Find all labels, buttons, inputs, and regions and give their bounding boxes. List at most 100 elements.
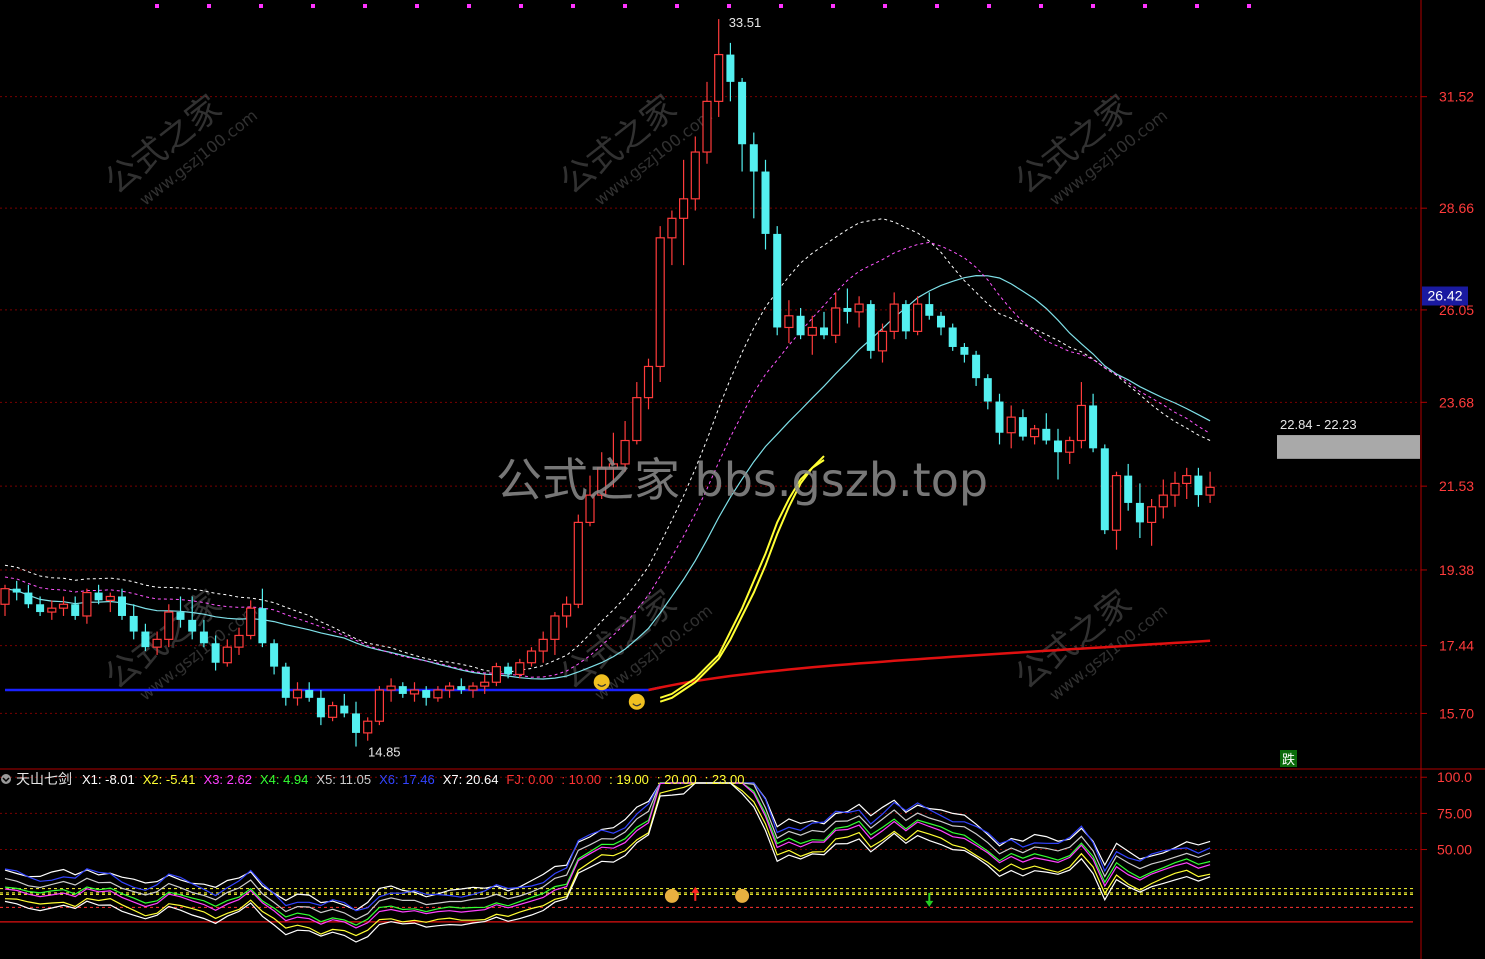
legend-item-x4: X4: 4.94 [260,772,308,787]
top-marker-dot [675,4,679,8]
candle-body [773,233,782,328]
candle-body [398,686,407,694]
candle-body [1089,405,1098,449]
candle-body [550,615,560,640]
candle-body [1135,502,1144,523]
candle[interactable] [374,686,384,726]
smiley-icon [628,693,645,710]
candle-body [1054,440,1062,453]
candle-body [457,686,466,691]
top-marker-dot [519,4,523,8]
candle-body [1029,428,1040,438]
candle-body [960,346,969,355]
legend-item-x1: X1: -8.01 [82,772,135,787]
current-price-tag: 26.42 [1422,286,1468,306]
candle[interactable] [1100,444,1109,535]
candle-body [24,592,33,605]
stock-chart[interactable]: 公式之家www.gszj100.com 公式之家www.gszj100.com 公式… [0,0,1485,959]
candle[interactable] [655,226,665,383]
candle[interactable] [773,226,782,336]
candle-body [678,198,689,219]
current-price-label: 26.42 [1427,288,1462,304]
candle-body [504,666,513,675]
candle-body [12,588,21,593]
candle-body [925,304,934,316]
legend-item-l23: : 23.00 [705,772,745,787]
top-marker-dot [363,4,367,8]
candle-body [690,151,700,200]
indicator-tick-label: 75.00 [1437,805,1472,821]
low-annotation: 14.85 [368,745,401,760]
candle-body [1018,417,1027,437]
candle-body [866,304,875,351]
top-marker-dot [1143,4,1147,8]
candle-body [1170,482,1180,496]
candle-body [1205,486,1215,496]
candle-body [726,54,735,82]
candle-body [222,646,232,664]
price-tick-label: 17.44 [1439,638,1474,654]
candle-body [561,603,572,617]
candle-body [1065,439,1075,453]
legend-item-x3: X3: 2.62 [204,772,252,787]
indicator-tick-label: 50.00 [1437,842,1472,858]
candle-body [129,615,138,632]
smiley-icon [593,674,610,691]
candle-body [36,604,45,613]
candle[interactable] [491,662,501,687]
price-zone-box [1277,435,1420,459]
candle-body [1042,428,1051,441]
candle-body [714,53,724,102]
candle-body [1006,416,1016,434]
candle-body [749,144,758,172]
candle-body [526,650,537,664]
candle[interactable] [573,514,583,609]
candle-body [422,690,431,698]
candle-body [983,378,992,402]
top-marker-dot [883,4,887,8]
candle-body [761,171,770,234]
candle-body [1124,475,1133,503]
panel-toggle-icon[interactable] [1,774,11,784]
candle-body [667,217,677,239]
signal-badge-text: 跌 [1282,752,1295,767]
candle-body [1194,475,1203,496]
candle-body [340,705,349,714]
candle-body [246,607,256,637]
indicator-title: 天山七剑 [16,771,72,787]
candle-body [316,697,325,718]
candle-body [796,315,805,336]
candle-body [305,690,314,698]
candle-body [176,612,185,620]
price-zone-label: 22.84 - 22.23 [1280,417,1357,432]
candle-body [188,619,197,632]
candle-body [328,705,338,718]
candle[interactable] [866,300,875,359]
top-marker-dot [1091,4,1095,8]
candle-body [1111,475,1122,531]
candle-body [409,689,420,695]
candle-body [1158,494,1168,508]
candle[interactable] [948,323,957,351]
candle-body [0,588,10,605]
candle-body [937,315,945,328]
candle-body [702,100,712,153]
candle-body [912,303,923,332]
candle-body [831,307,841,336]
legend-item-l19: : 19.00 [609,772,649,787]
candle-body [948,327,957,347]
candle-body [573,521,583,605]
candle-body [258,608,267,644]
candle-body [141,631,150,648]
top-marker-dot [571,4,575,8]
candle-body [58,603,69,609]
top-marker-dot [779,4,783,8]
candle-body [515,662,525,676]
top-marker-dot [155,4,159,8]
candle-body [363,720,373,734]
candle-body [1146,506,1157,523]
center-watermark: 公式之家 bbs.gszb.top [496,453,988,507]
candle-body [445,685,455,691]
top-marker-dot [259,4,263,8]
candle-body [105,595,115,601]
